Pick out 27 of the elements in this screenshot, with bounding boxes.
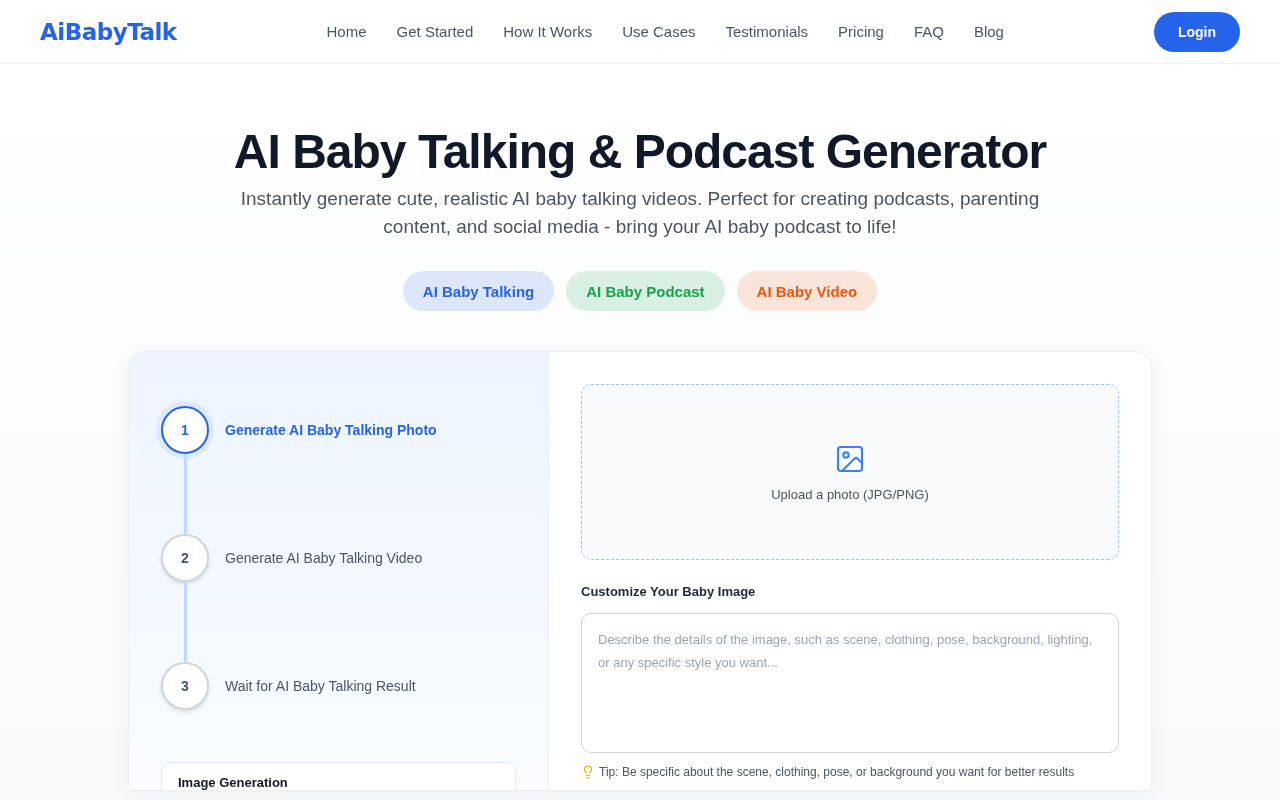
nav-link[interactable]: Testimonials [721, 23, 813, 40]
step-label: Wait for AI Baby Talking Result [225, 678, 416, 694]
tag: AI Baby Talking [402, 271, 555, 311]
nav-link[interactable]: Home [322, 23, 371, 40]
step-number[interactable]: 3 [161, 662, 209, 710]
step-number[interactable]: 2 [161, 534, 209, 582]
login-button[interactable]: Login [1153, 11, 1240, 52]
upload-area[interactable]: Upload a photo (JPG/PNG) [581, 384, 1119, 560]
subtitle: Instantly generate cute, realistic AI baby talking videos. Perfect for creating podcasts, parenting content, and social media - bring your AI baby podcast to life! [239, 187, 1041, 239]
status-title: Image Generation [178, 775, 289, 790]
nav-link[interactable]: FAQ [909, 23, 948, 40]
tag: AI Baby Podcast [566, 271, 725, 311]
nav-link[interactable]: Blog [969, 23, 1008, 40]
logo[interactable]: AiBabyTalk [40, 18, 177, 45]
field-label: Customize Your Baby Image [581, 584, 757, 599]
tip-text: Tip: Be specific about the scene, clothing, pose, or background you want for better results [599, 765, 1075, 779]
nav-link[interactable]: How It Works [499, 23, 597, 40]
step-label: Generate AI Baby Talking Photo [225, 422, 437, 438]
nav-link[interactable]: Get Started [392, 23, 478, 40]
nav-link[interactable]: Pricing [834, 23, 888, 40]
page-title: AI Baby Talking & Podcast Generator [233, 124, 1047, 179]
nav-link[interactable]: Use Cases [618, 23, 700, 40]
description-field[interactable]: Describe the details of the image, such as scene, clothing, pose, background, lighting, or any specific style you want... [581, 613, 1119, 753]
lightbulb-icon [581, 765, 595, 779]
step-label: Generate AI Baby Talking Video [225, 550, 423, 566]
upload-label: Upload a photo (JPG/PNG) [771, 486, 929, 502]
tag: AI Baby Video [736, 271, 878, 311]
